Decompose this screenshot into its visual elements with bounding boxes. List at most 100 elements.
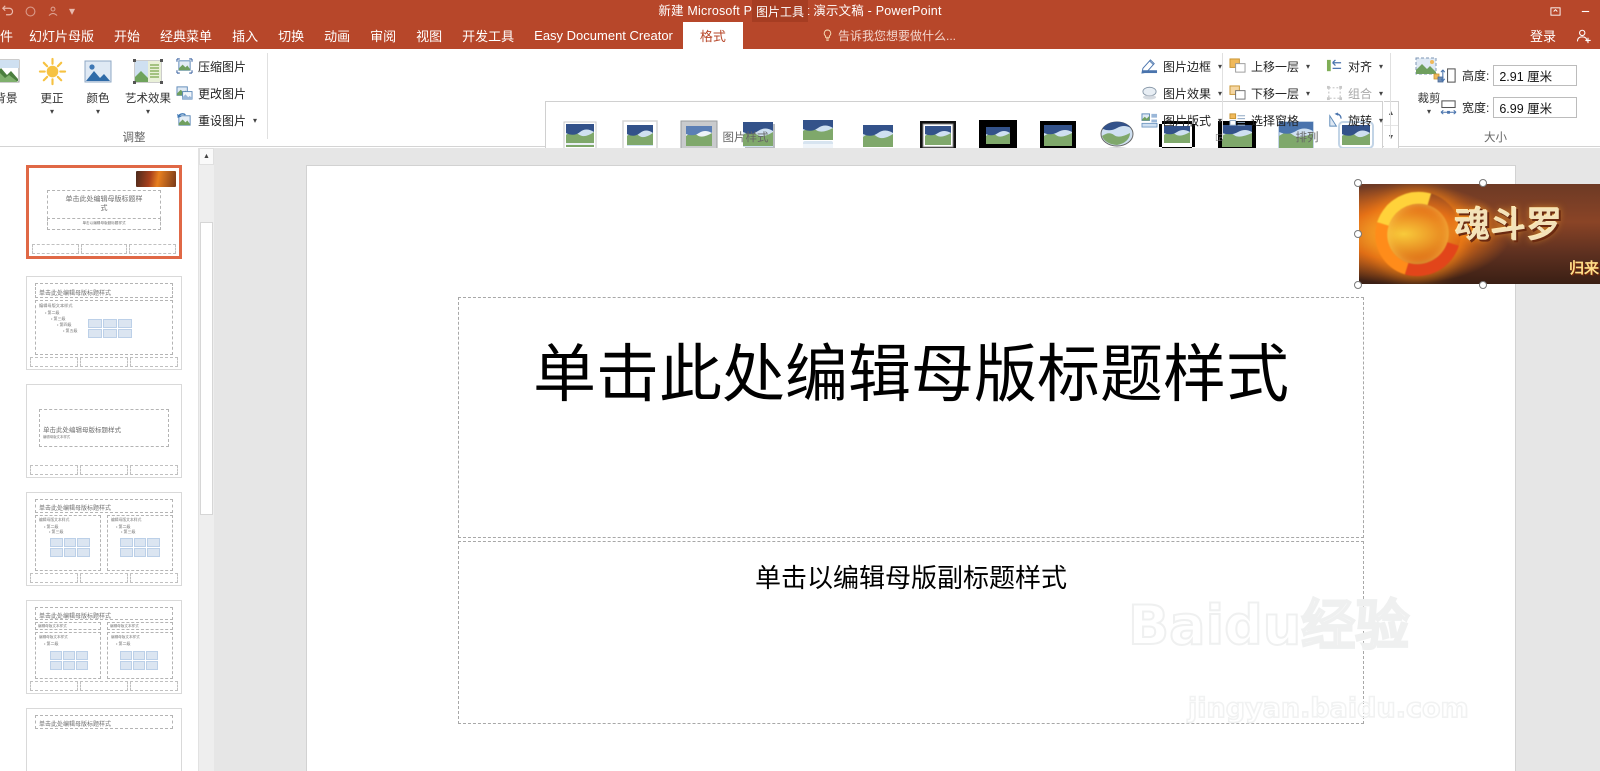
corrections-chevron-down-icon[interactable]: ▾: [26, 107, 78, 116]
artistic-effects-label: 艺术效果: [125, 93, 171, 105]
slide-thumbnail-pane[interactable]: 单击此处编辑母版标题样 式 单击以编辑母版副标题样式 单击此处编辑母版标题样式 …: [0, 148, 196, 771]
slide-thumbnail-1-content: 单击此处编辑母版标题样 式 单击以编辑母版副标题样式: [29, 168, 179, 256]
selection-pane-button[interactable]: 选择窗格: [1229, 109, 1299, 131]
selection-pane-icon: [1229, 112, 1246, 129]
tab-slide-master[interactable]: 幻灯片母版: [19, 22, 104, 49]
rotate-chevron-down-icon[interactable]: ▾: [1379, 116, 1383, 125]
scrollbar-thumb[interactable]: [200, 222, 213, 515]
slide-thumbnail-1[interactable]: 单击此处编辑母版标题样 式 单击以编辑母版副标题样式: [26, 165, 182, 259]
color-label: 颜色: [86, 93, 110, 105]
picture-layout-button[interactable]: 图片版式 ▾: [1141, 109, 1222, 131]
tab-review[interactable]: 审阅: [360, 22, 406, 49]
thumbnail-title-text: 单击此处编辑母版标题样式: [39, 291, 112, 297]
slide-thumbnail-2[interactable]: 单击此处编辑母版标题样式 编辑母版文本样式 • 第二级 • 第三级 • 第四级 …: [26, 276, 182, 370]
slide-thumbnail-6-content: 单击此处编辑母版标题样式: [27, 709, 181, 771]
thumbnail-subtitle-placeholder: 单击以编辑母版副标题样式: [47, 218, 161, 230]
shape-height-icon: [1439, 67, 1458, 84]
title-bar: ▾ 新建 Microsoft PowerPoint 演示文稿 - PowerPo…: [0, 0, 1600, 22]
artistic-effects-chevron-down-icon[interactable]: ▾: [118, 107, 178, 116]
group-chevron-down-icon[interactable]: ▾: [1379, 89, 1383, 98]
ribbon-group-picture-styles: ▲ ▼ ▤ 图片边框 ▾: [268, 49, 1399, 173]
picture-effects-button[interactable]: 图片效果 ▾: [1141, 82, 1222, 104]
sign-in-button[interactable]: 登录: [1530, 22, 1556, 49]
picture-border-button[interactable]: 图片边框 ▾: [1141, 55, 1222, 77]
compress-pictures-button[interactable]: 压缩图片: [176, 55, 246, 77]
selection-handle-w[interactable]: [1354, 230, 1362, 238]
tab-animations[interactable]: 动画: [314, 22, 360, 49]
compress-pictures-icon: [176, 58, 193, 75]
change-picture-button[interactable]: 更改图片: [176, 82, 246, 104]
selection-handle-n[interactable]: [1479, 179, 1487, 187]
color-chevron-down-icon[interactable]: ▾: [72, 107, 124, 116]
lightbulb-icon: [822, 29, 833, 42]
thumbnail-heading-left: 编辑母版文本样式: [35, 622, 101, 630]
change-picture-icon: [176, 85, 193, 102]
corrections-button[interactable]: 更正 ▾: [26, 53, 78, 116]
artistic-effects-icon: [118, 53, 178, 91]
bring-forward-button[interactable]: 上移一层 ▾: [1229, 55, 1310, 77]
tab-view[interactable]: 视图: [406, 22, 452, 49]
tab-home[interactable]: 开始: [104, 22, 150, 49]
thumbnail-picture-banner: [136, 171, 176, 187]
title-placeholder[interactable]: 单击此处编辑母版标题样式: [458, 297, 1364, 538]
tab-easy-document-creator[interactable]: Easy Document Creator: [524, 22, 683, 49]
shape-height-input[interactable]: 2.91 厘米: [1493, 65, 1578, 86]
window-buttons: [1540, 0, 1600, 22]
send-backward-icon: [1229, 85, 1246, 102]
account-add-icon[interactable]: [1576, 22, 1592, 49]
shape-width-icon: [1439, 99, 1458, 116]
shape-height-row: 高度: 2.91 厘米: [1439, 65, 1578, 86]
ribbon-group-size: 裁剪 ▾ 高度: 2.91 厘米 宽度: 6.99 厘米 大小: [1391, 49, 1600, 147]
thumbnail-pane-scrollbar[interactable]: ▲: [198, 148, 214, 771]
scrollbar-track[interactable]: [199, 165, 214, 771]
slide-thumbnail-6[interactable]: 单击此处编辑母版标题样式: [26, 708, 182, 771]
thumbnail-title-text: 单击此处编辑母版标题样式: [39, 722, 112, 728]
picture-border-label: 图片边框: [1163, 59, 1212, 74]
group-label-adjust: 调整: [122, 132, 146, 144]
shape-width-input[interactable]: 6.99 厘米: [1493, 97, 1578, 118]
brightness-sun-icon: [26, 53, 78, 91]
corrections-label: 更正: [40, 93, 64, 105]
tab-transitions[interactable]: 切换: [268, 22, 314, 49]
artistic-effects-button[interactable]: 艺术效果 ▾: [118, 53, 178, 116]
reset-picture-button[interactable]: 重设图片 ▾: [176, 109, 257, 131]
shape-width-row: 宽度: 6.99 厘米: [1439, 97, 1578, 118]
align-chevron-down-icon[interactable]: ▾: [1379, 62, 1383, 71]
ribbon-group-adjust: 背景 更正 ▾ 颜色 ▾ 艺术效果 ▾ 压缩图片 更改图片 重设图片 ▾ 调整: [0, 49, 268, 147]
slide-thumbnail-4[interactable]: 单击此处编辑母版标题样式 编辑母版文本样式 • 第二级 • 第三级 编辑母版文本…: [26, 492, 182, 586]
reset-picture-chevron-down-icon[interactable]: ▾: [253, 116, 257, 125]
color-button[interactable]: 颜色 ▾: [72, 53, 124, 116]
slide-thumbnail-2-content: 单击此处编辑母版标题样式 编辑母版文本样式 • 第二级 • 第三级 • 第四级 …: [27, 277, 181, 369]
bring-forward-chevron-down-icon[interactable]: ▾: [1306, 62, 1310, 71]
thumbnail-footer-placeholders: [32, 244, 177, 254]
tab-developer[interactable]: 开发工具: [452, 22, 524, 49]
slide-canvas[interactable]: 单击此处编辑母版标题样式 单击以编辑母版副标题样式 魂斗罗 归来: [307, 166, 1600, 771]
tab-file[interactable]: 件: [0, 22, 19, 49]
slide-thumbnail-5[interactable]: 单击此处编辑母版标题样式 编辑母版文本样式 编辑母版文本样式 编辑母版文本样式 …: [26, 600, 182, 694]
thumbnail-title-text-2: 式: [100, 205, 108, 212]
slide-edit-area[interactable]: 单击此处编辑母版标题样式 单击以编辑母版副标题样式 魂斗罗 归来: [214, 148, 1600, 771]
tab-insert[interactable]: 插入: [222, 22, 268, 49]
align-button[interactable]: 对齐 ▾: [1326, 55, 1383, 77]
tell-me-box[interactable]: 告诉我您想要做什么...: [822, 22, 956, 49]
selection-handle-nw[interactable]: [1354, 179, 1362, 187]
thumbnail-footer-placeholders: [30, 465, 178, 475]
selection-handle-sw[interactable]: [1354, 281, 1362, 289]
thumbnail-heading-right: 编辑母版文本样式: [107, 622, 173, 630]
scroll-up-icon[interactable]: ▲: [199, 148, 214, 165]
rotate-button[interactable]: 旋转 ▾: [1326, 109, 1383, 131]
minimize-icon[interactable]: [1570, 0, 1600, 22]
ribbon-display-options-icon[interactable]: [1540, 0, 1570, 22]
rotate-icon: [1326, 112, 1343, 129]
thumbnail-subtitle-text: 单击以编辑母版副标题样式: [82, 221, 126, 225]
group-button[interactable]: 组合 ▾: [1326, 82, 1383, 104]
picture-contra-returns[interactable]: 魂斗罗 归来: [1354, 179, 1600, 289]
slide-thumbnail-3[interactable]: 单击此处编辑母版标题样式 编辑母版文本样式: [26, 384, 182, 478]
tab-classic-menu[interactable]: 经典菜单: [150, 22, 222, 49]
subtitle-placeholder-text: 单击以编辑母版副标题样式: [754, 564, 1067, 594]
tab-format[interactable]: 格式: [682, 22, 743, 49]
group-label-arrange: 排列: [1295, 132, 1319, 144]
selection-handle-s[interactable]: [1479, 281, 1487, 289]
send-backward-chevron-down-icon[interactable]: ▾: [1306, 89, 1310, 98]
send-backward-button[interactable]: 下移一层 ▾: [1229, 82, 1310, 104]
